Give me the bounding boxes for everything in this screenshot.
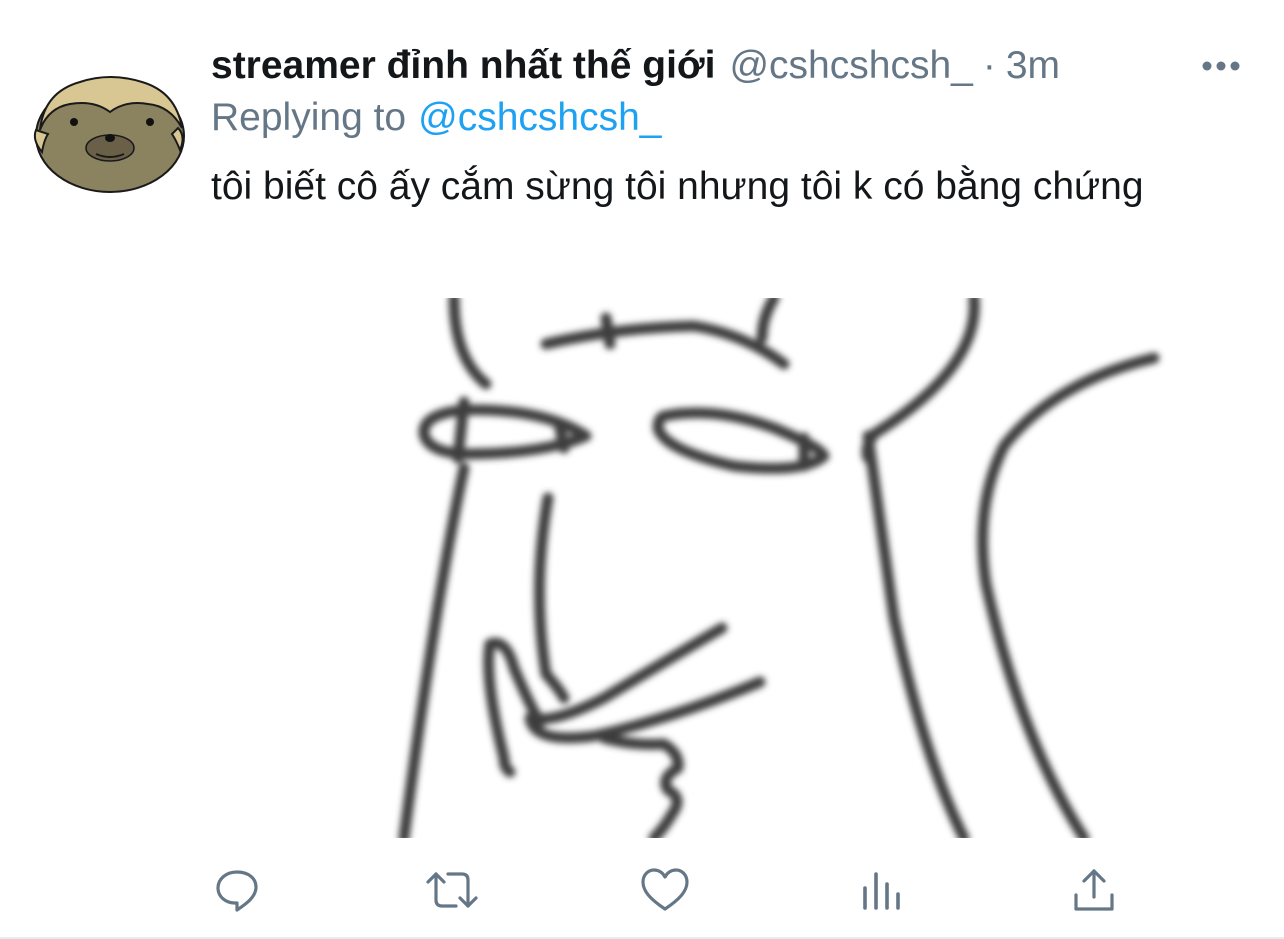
avatar[interactable] (30, 70, 186, 194)
retweet-button[interactable] (420, 860, 484, 920)
like-icon (641, 868, 689, 911)
display-name[interactable]: streamer đỉnh nhất thế giới (211, 40, 715, 92)
tweet-text: tôi biết cô ấy cắm sừng tôi nhưng tôi k … (211, 165, 1144, 208)
share-icon (1074, 869, 1114, 911)
replying-to: Replying to @cshcshcsh_ (211, 92, 661, 144)
user-handle[interactable]: @cshcshcsh_ (729, 40, 972, 92)
tweet-header: streamer đỉnh nhất thế giới @cshcshcsh_ … (211, 40, 1060, 92)
tweet-actions-bar (205, 860, 1125, 920)
tweet[interactable]: streamer đỉnh nhất thế giới @cshcshcsh_ … (0, 0, 1284, 939)
share-button[interactable] (1062, 860, 1126, 920)
replying-to-handle[interactable]: @cshcshcsh_ (418, 96, 661, 139)
reply-button[interactable] (205, 860, 269, 920)
more-dots-icon (1202, 61, 1240, 71)
reply-icon (216, 870, 258, 912)
replying-to-label: Replying to (211, 96, 407, 139)
sloth-avatar-image (33, 76, 185, 193)
retweet-icon (426, 872, 478, 908)
like-button[interactable] (633, 860, 697, 920)
more-options-button[interactable] (1196, 50, 1246, 82)
meme-face-drawing (398, 298, 1160, 838)
analytics-icon (863, 872, 900, 910)
analytics-button[interactable] (849, 860, 913, 920)
separator-dot: · (982, 44, 996, 87)
timestamp[interactable]: 3m (1006, 40, 1060, 92)
tweet-media-image[interactable] (334, 298, 1234, 838)
